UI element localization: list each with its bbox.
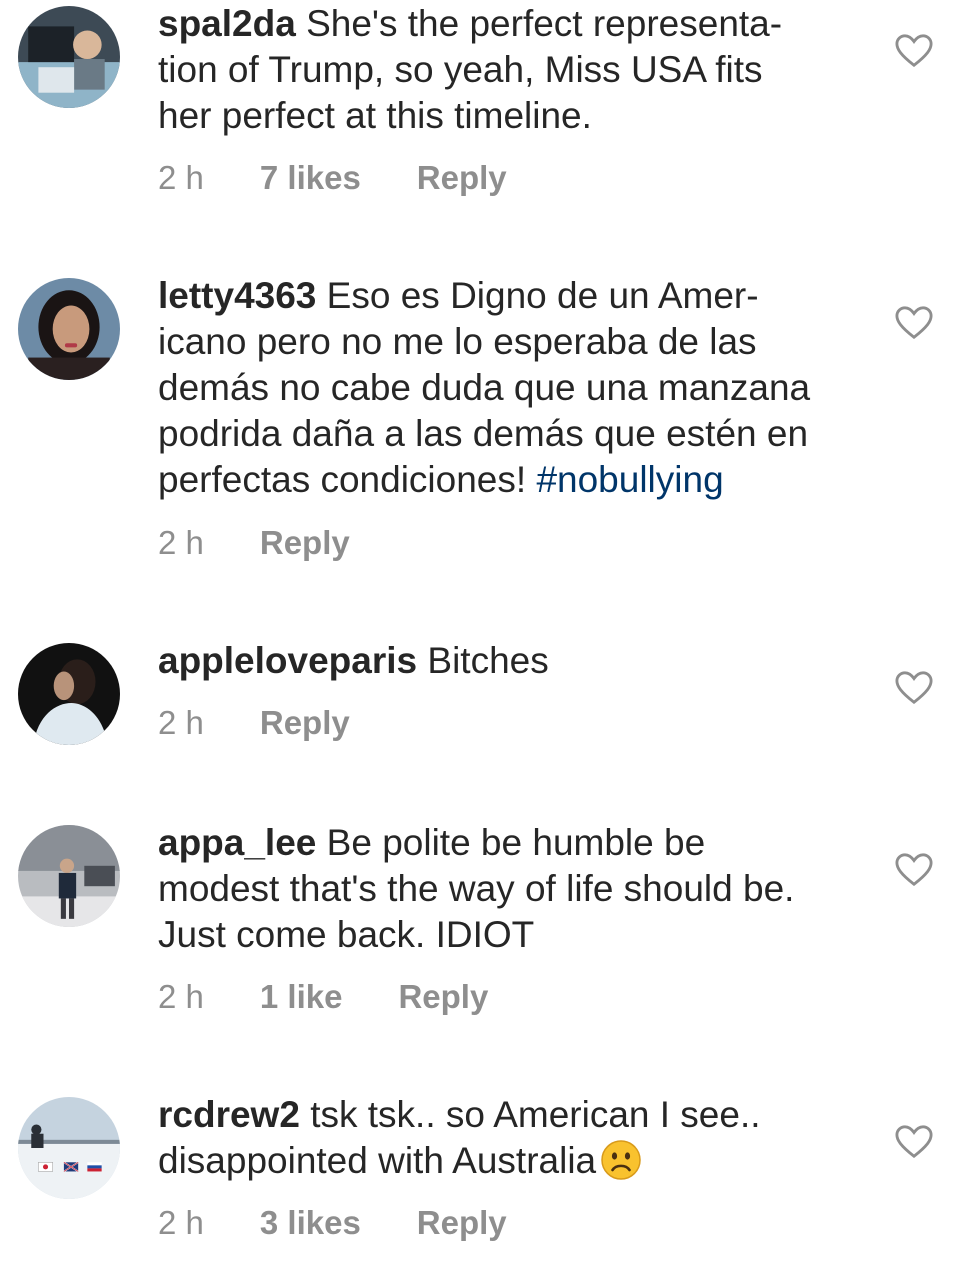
reply-button[interactable]: Reply xyxy=(417,158,507,198)
avatar[interactable] xyxy=(18,1097,120,1199)
comment-text: appleloveparis Bitches xyxy=(158,638,858,684)
like-heart-icon[interactable] xyxy=(895,670,933,706)
like-heart-icon[interactable] xyxy=(895,305,933,341)
avatar[interactable] xyxy=(18,825,120,927)
comment-username[interactable]: letty4363 xyxy=(158,275,316,316)
avatar[interactable] xyxy=(18,278,120,380)
comment-username[interactable]: appleloveparis xyxy=(158,640,417,681)
comment-text: spal2da She's the perfect representa- ti… xyxy=(158,1,858,139)
comment-time: 2 h xyxy=(158,524,204,561)
comment-time: 2 h xyxy=(158,159,204,196)
reply-button[interactable]: Reply xyxy=(417,1203,507,1243)
comment-meta: 2 h 1 like Reply xyxy=(158,977,488,1017)
comment-text: rcdrew2 tsk tsk.. so American I see.. di… xyxy=(158,1092,858,1184)
comment-time: 2 h xyxy=(158,704,204,741)
reply-button[interactable]: Reply xyxy=(398,977,488,1017)
avatar[interactable] xyxy=(18,6,120,108)
like-heart-icon[interactable] xyxy=(895,852,933,888)
reply-button[interactable]: Reply xyxy=(260,703,350,743)
hashtag-link[interactable]: #nobullying xyxy=(536,459,723,500)
comment-meta: 2 h 3 likes Reply xyxy=(158,1203,507,1243)
like-heart-icon[interactable] xyxy=(895,33,933,69)
comment-text: appa_lee Be polite be humble be modest t… xyxy=(158,820,858,958)
frowning-face-emoji-icon xyxy=(600,1139,642,1181)
comment-body: Bitches xyxy=(427,640,549,681)
comment-likes[interactable]: 1 like xyxy=(260,977,343,1017)
reply-button[interactable]: Reply xyxy=(260,523,350,563)
like-heart-icon[interactable] xyxy=(895,1124,933,1160)
comment-meta: 2 h Reply xyxy=(158,703,350,743)
comment-username[interactable]: appa_lee xyxy=(158,822,316,863)
comment-time: 2 h xyxy=(158,1204,204,1241)
comment-meta: 2 h 7 likes Reply xyxy=(158,158,507,198)
comment-username[interactable]: rcdrew2 xyxy=(158,1094,300,1135)
comment-time: 2 h xyxy=(158,978,204,1015)
comment-meta: 2 h Reply xyxy=(158,523,350,563)
comment-likes[interactable]: 3 likes xyxy=(260,1203,361,1243)
avatar[interactable] xyxy=(18,643,120,745)
comment-text: letty4363 Eso es Digno de un Amer- icano… xyxy=(158,273,858,503)
comment-username[interactable]: spal2da xyxy=(158,3,296,44)
comment-likes[interactable]: 7 likes xyxy=(260,158,361,198)
